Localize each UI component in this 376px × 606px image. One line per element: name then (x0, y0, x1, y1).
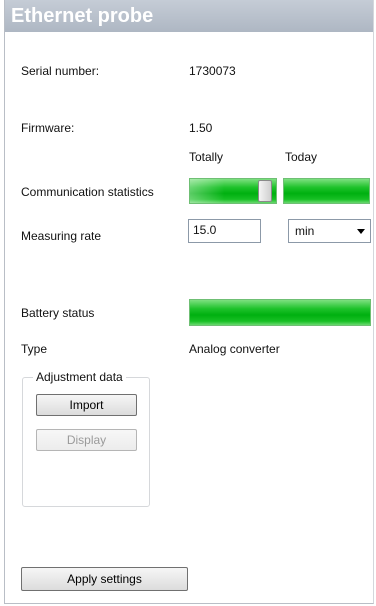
communication-totally-bar[interactable] (189, 178, 277, 204)
battery-status-bar (189, 299, 371, 326)
type-value: Analog converter (189, 342, 280, 356)
apply-settings-button[interactable]: Apply settings (21, 567, 188, 591)
firmware-label: Firmware: (21, 121, 75, 135)
measuring-rate-unit-select[interactable]: min (288, 219, 371, 243)
type-label: Type (21, 342, 48, 356)
chevron-down-icon (357, 229, 365, 234)
totally-column-label: Totally (189, 150, 224, 164)
display-button[interactable]: Display (36, 429, 137, 451)
serial-number-value: 1730073 (189, 64, 236, 78)
adjustment-data-group: Adjustment data Import Display (22, 370, 150, 507)
communication-slider-thumb[interactable] (258, 180, 272, 202)
communication-today-bar (283, 178, 370, 204)
measuring-rate-unit-value: min (295, 224, 315, 238)
battery-status-label: Battery status (21, 306, 95, 320)
probe-panel: Ethernet probe Serial number: 1730073 Fi… (4, 0, 374, 604)
communication-statistics-label: Communication statistics (21, 185, 154, 199)
firmware-value: 1.50 (189, 121, 213, 135)
panel-title: Ethernet probe (5, 0, 373, 32)
today-column-label: Today (285, 150, 318, 164)
measuring-rate-input[interactable]: 15.0 (188, 219, 261, 243)
serial-number-label: Serial number: (21, 64, 100, 78)
measuring-rate-label: Measuring rate (21, 229, 102, 243)
import-button[interactable]: Import (36, 394, 137, 416)
adjustment-data-title: Adjustment data (33, 370, 126, 384)
